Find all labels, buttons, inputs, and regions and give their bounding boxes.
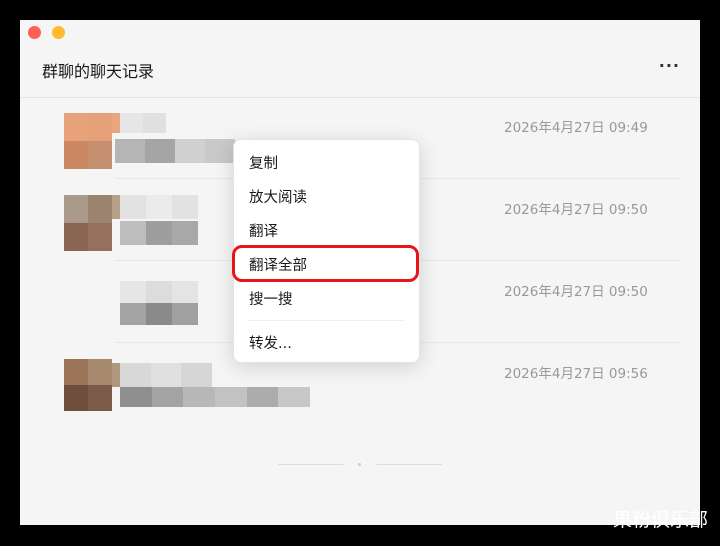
minimize-window-button[interactable] xyxy=(52,26,65,39)
avatar[interactable] xyxy=(64,113,112,169)
menu-item-forward[interactable]: 转发... xyxy=(249,332,292,353)
message-timestamp: 2026年4月27日 09:49 xyxy=(504,120,648,136)
menu-item-copy[interactable]: 复制 xyxy=(249,152,278,173)
window-title: 群聊的聊天记录 xyxy=(42,62,155,81)
close-window-button[interactable] xyxy=(28,26,41,39)
message-timestamp: 2026年4月27日 09:50 xyxy=(504,284,648,300)
watermark: 果粉俱乐部 xyxy=(612,509,708,531)
message-bubble-blurred[interactable] xyxy=(120,221,198,245)
sender-name-blurred xyxy=(112,363,212,387)
message-bubble-blurred[interactable] xyxy=(120,387,310,407)
highlight-annotation xyxy=(232,245,419,282)
message-timestamp: 2026年4月27日 09:50 xyxy=(504,202,648,218)
message-row[interactable]: 2026年4月27日 09:56 xyxy=(20,359,700,441)
menu-item-zoom-read[interactable]: 放大阅读 xyxy=(249,186,307,207)
message-timestamp: 2026年4月27日 09:56 xyxy=(504,366,648,382)
avatar[interactable] xyxy=(64,195,112,251)
menu-divider xyxy=(249,320,404,321)
end-dot-icon xyxy=(358,463,361,466)
more-options-button[interactable]: ··· xyxy=(659,56,680,75)
header-divider xyxy=(20,97,700,98)
message-bubble-blurred[interactable] xyxy=(115,139,235,163)
message-bubble-blurred[interactable] xyxy=(120,281,198,325)
menu-item-search[interactable]: 搜一搜 xyxy=(249,288,293,309)
avatar[interactable] xyxy=(64,359,112,411)
sender-name-blurred xyxy=(112,195,198,219)
sender-name-blurred xyxy=(112,113,166,133)
menu-item-translate[interactable]: 翻译 xyxy=(249,220,278,241)
